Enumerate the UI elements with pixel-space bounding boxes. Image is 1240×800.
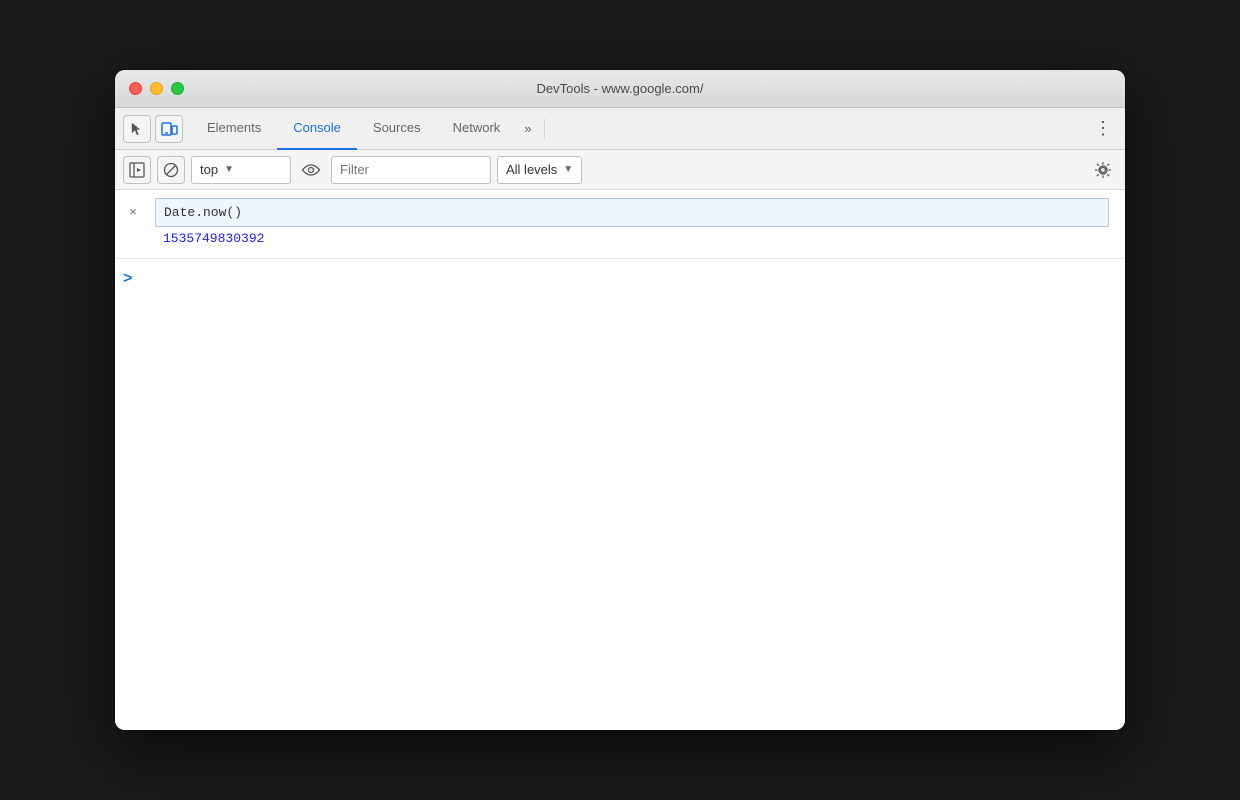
window-title: DevTools - www.google.com/ bbox=[537, 81, 704, 96]
title-bar: DevTools - www.google.com/ bbox=[115, 70, 1125, 108]
tab-console[interactable]: Console bbox=[277, 108, 357, 150]
tab-menu-button[interactable]: ⋮ bbox=[1089, 115, 1117, 143]
close-button[interactable] bbox=[129, 82, 142, 95]
device-icon[interactable] bbox=[155, 115, 183, 143]
console-content: × 1535749830392 > bbox=[115, 190, 1125, 730]
tab-network[interactable]: Network bbox=[437, 108, 517, 150]
sidebar-toggle-button[interactable] bbox=[123, 156, 151, 184]
context-selector[interactable]: top ▼ bbox=[191, 156, 291, 184]
console-toolbar: top ▼ All levels ▼ bbox=[115, 150, 1125, 190]
entry-close-button[interactable]: × bbox=[129, 204, 137, 219]
traffic-lights bbox=[129, 82, 184, 95]
tab-elements[interactable]: Elements bbox=[191, 108, 277, 150]
tab-icons bbox=[123, 115, 183, 143]
console-entry: × 1535749830392 bbox=[115, 190, 1125, 259]
clear-console-button[interactable] bbox=[157, 156, 185, 184]
filter-input[interactable] bbox=[331, 156, 491, 184]
tab-sources[interactable]: Sources bbox=[357, 108, 437, 150]
console-prompt-line: > bbox=[115, 259, 1125, 299]
inspect-icon[interactable] bbox=[123, 115, 151, 143]
console-input[interactable] bbox=[155, 198, 1109, 227]
console-output: 1535749830392 bbox=[155, 227, 1121, 250]
minimize-button[interactable] bbox=[150, 82, 163, 95]
log-levels-selector[interactable]: All levels ▼ bbox=[497, 156, 582, 184]
live-expressions-button[interactable] bbox=[297, 156, 325, 184]
entry-input-area: 1535749830392 bbox=[151, 190, 1125, 258]
entry-gutter: × bbox=[115, 190, 151, 219]
settings-button[interactable] bbox=[1089, 156, 1117, 184]
tab-more-button[interactable]: » bbox=[516, 113, 539, 144]
devtools-window: DevTools - www.google.com/ Elements bbox=[115, 70, 1125, 730]
tab-bar: Elements Console Sources Network » ⋮ bbox=[115, 108, 1125, 150]
maximize-button[interactable] bbox=[171, 82, 184, 95]
prompt-chevron[interactable]: > bbox=[123, 270, 132, 288]
tab-separator bbox=[544, 119, 545, 139]
